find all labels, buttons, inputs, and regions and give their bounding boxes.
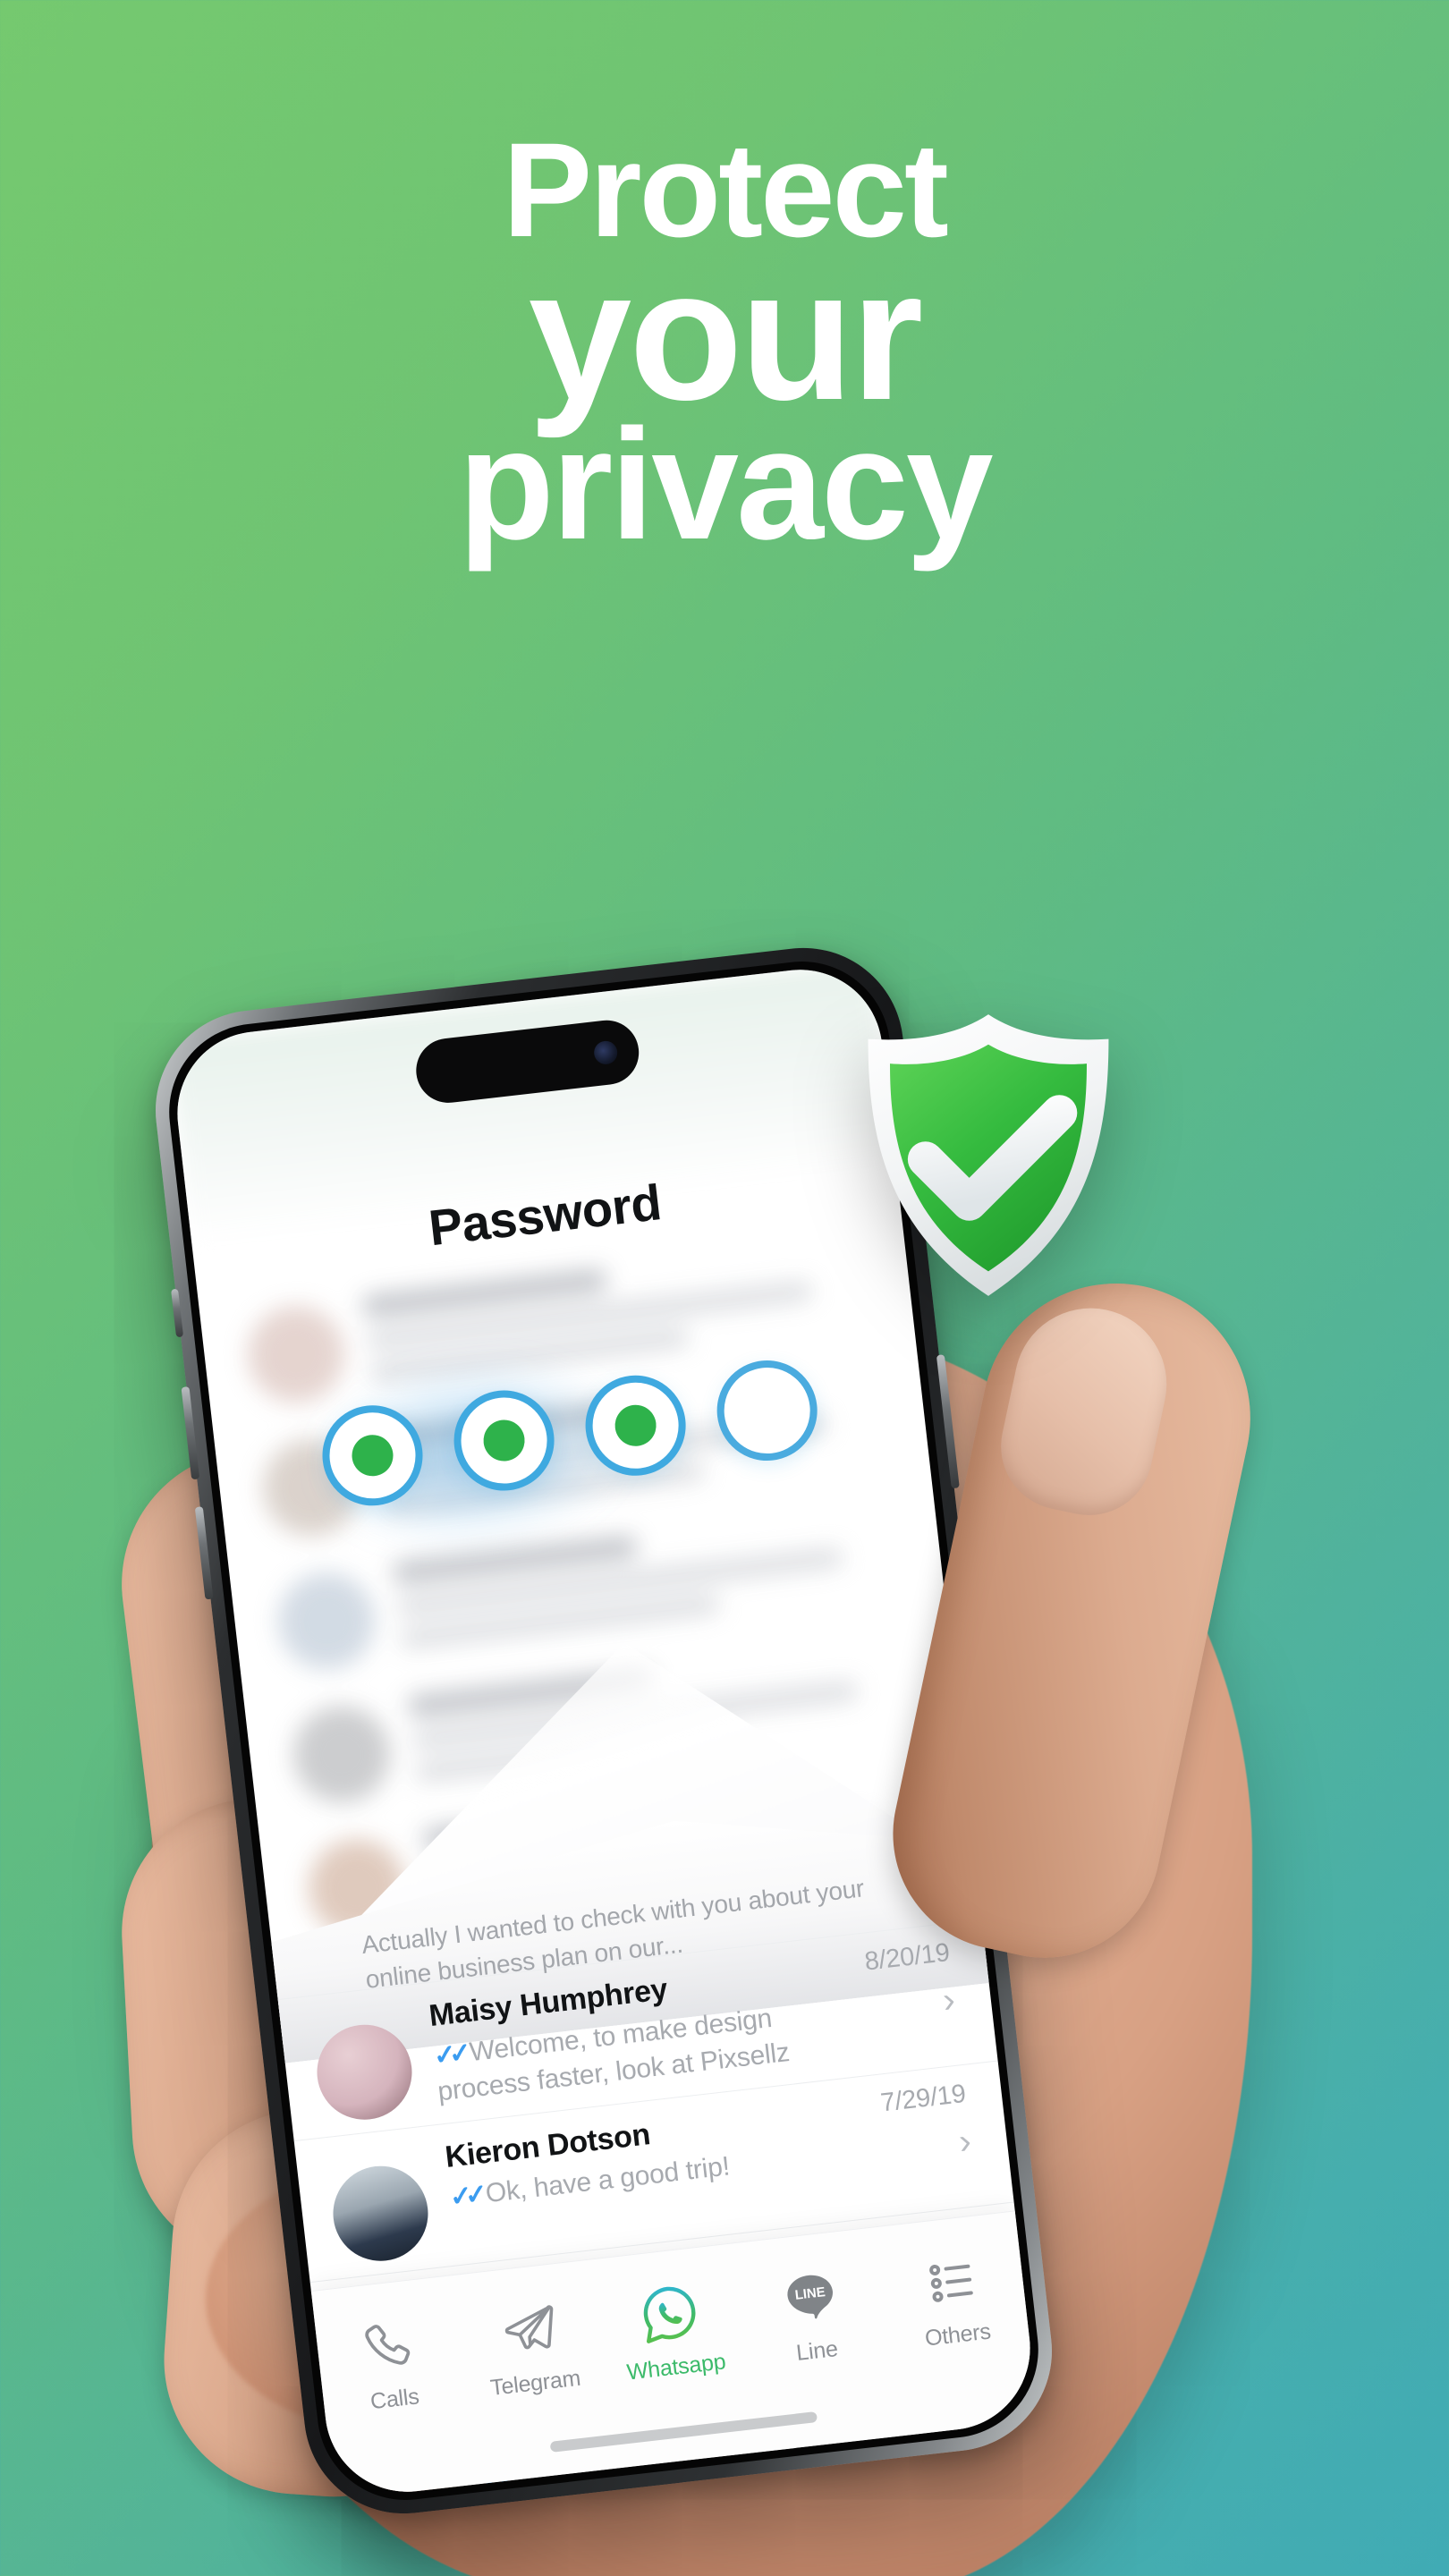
telegram-icon: [455, 2290, 604, 2369]
blurred-avatar: [288, 1700, 395, 1809]
whatsapp-icon: [597, 2274, 745, 2353]
volume-down-button[interactable]: [194, 1506, 214, 1600]
tab-label: Calls: [369, 2384, 420, 2415]
dot-fill: [481, 1418, 528, 1463]
password-dot-2[interactable]: [448, 1385, 560, 1496]
password-dot-3[interactable]: [580, 1369, 691, 1481]
list-icon: [877, 2241, 1026, 2321]
thumbnail: [988, 1293, 1182, 1528]
row-right: 8/20/19 ›: [814, 1936, 957, 2032]
avatar: [311, 2020, 418, 2125]
message-date: 8/20/19: [862, 1937, 952, 1977]
tab-calls[interactable]: Calls: [315, 2306, 467, 2420]
read-ticks-icon: ✓✓: [432, 2038, 466, 2072]
page-title: Protect your privacy: [0, 123, 1449, 572]
message-date: 7/29/19: [878, 2079, 968, 2118]
chevron-right-icon[interactable]: ›: [957, 2122, 973, 2162]
password-dot-4[interactable]: [711, 1355, 823, 1467]
tab-label: Line: [794, 2335, 840, 2367]
chevron-right-icon[interactable]: ›: [941, 1980, 957, 2021]
avatar: [327, 2161, 434, 2267]
dot-fill: [350, 1432, 395, 1479]
dot-fill: [613, 1402, 659, 1449]
tab-label: Telegram: [488, 2365, 582, 2401]
power-button[interactable]: [936, 1354, 960, 1489]
blurred-avatar: [273, 1567, 380, 1675]
headline-line-3: privacy: [458, 396, 993, 572]
row-right: 7/29/19 ›: [830, 2078, 973, 2174]
read-ticks-icon: ✓✓: [448, 2180, 482, 2213]
tab-label: Others: [923, 2318, 993, 2351]
tab-label: Whatsapp: [625, 2349, 727, 2385]
tab-others[interactable]: Others: [877, 2241, 1030, 2356]
home-indicator[interactable]: [549, 2411, 818, 2453]
volume-up-button[interactable]: [181, 1386, 200, 1480]
password-dot-1[interactable]: [317, 1400, 428, 1512]
tab-line[interactable]: LINE Line: [737, 2258, 889, 2372]
shield-check-icon: [850, 1009, 1127, 1304]
mute-switch[interactable]: [171, 1288, 184, 1338]
tab-whatsapp[interactable]: Whatsapp: [597, 2274, 749, 2388]
tab-telegram[interactable]: Telegram: [455, 2290, 607, 2404]
line-icon: LINE: [737, 2258, 886, 2337]
phone-icon: [315, 2306, 463, 2385]
